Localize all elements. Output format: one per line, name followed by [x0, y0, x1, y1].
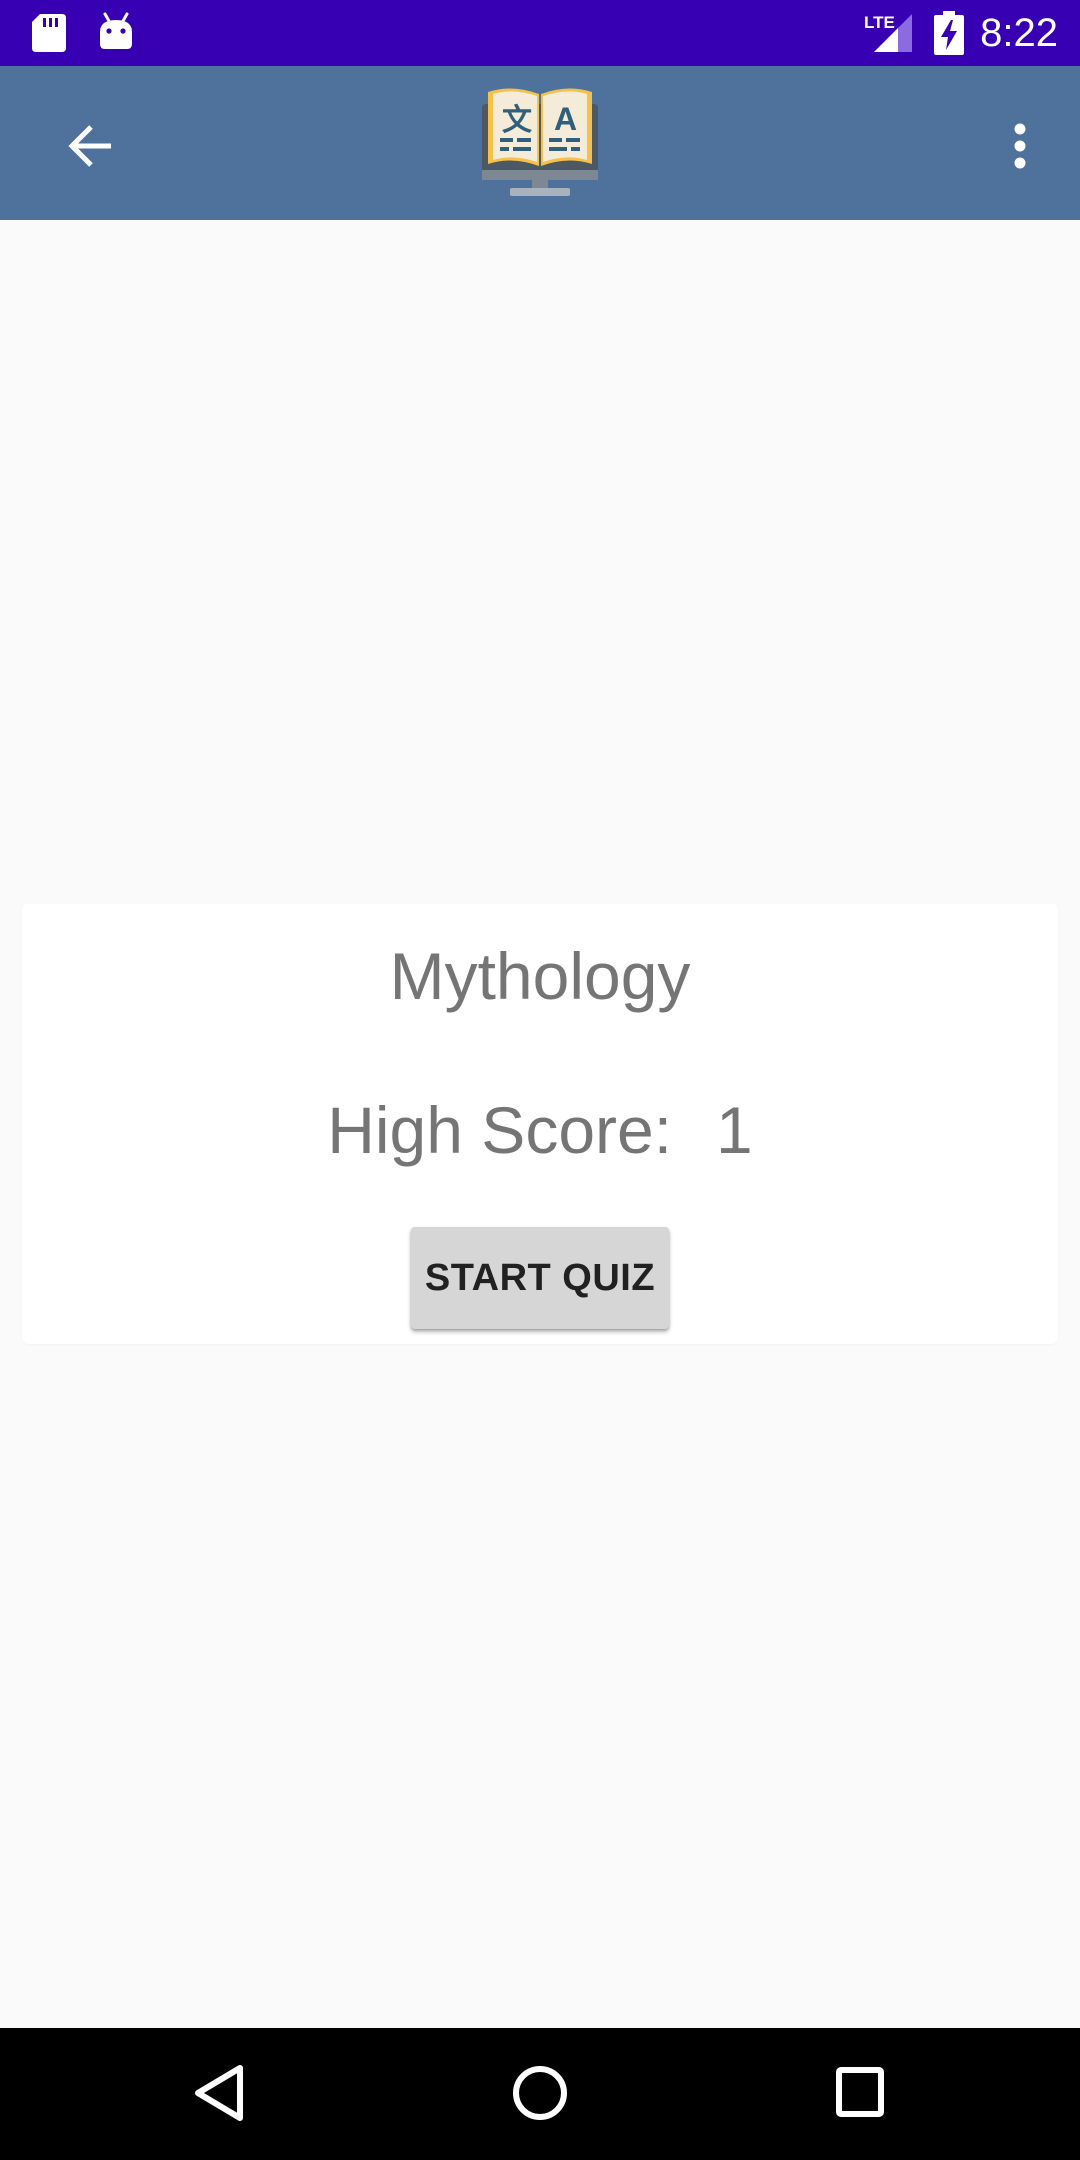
high-score-value: 1 [716, 1093, 753, 1167]
status-time: 8:22 [980, 11, 1058, 55]
screen: LTE 8:22 文 A Mythology High Score: 1 STA… [0, 0, 1080, 2160]
svg-text:LTE: LTE [864, 13, 895, 32]
nav-back-icon[interactable] [190, 2062, 250, 2129]
lte-signal-icon: LTE [862, 12, 914, 59]
sd-card-icon [32, 14, 66, 57]
back-button[interactable] [50, 113, 130, 183]
app-logo: 文 A [480, 82, 600, 207]
start-quiz-button[interactable]: START QUIZ [411, 1227, 669, 1329]
nav-recents-icon[interactable] [834, 2064, 886, 2125]
svg-text:A: A [554, 101, 577, 137]
nav-home-icon[interactable] [510, 2062, 570, 2129]
more-vert-icon [1013, 123, 1027, 174]
overflow-menu-button[interactable] [1000, 113, 1040, 183]
back-arrow-icon [67, 124, 113, 173]
android-icon [98, 12, 134, 55]
high-score-row: High Score: 1 [22, 1088, 1058, 1172]
status-bar: LTE 8:22 [0, 0, 1080, 66]
quiz-card: Mythology High Score: 1 START QUIZ [22, 904, 1058, 1344]
system-nav-bar [0, 2028, 1080, 2160]
quiz-title: Mythology [389, 939, 691, 1013]
app-bar: 文 A [0, 66, 1080, 220]
translation-book-logo: 文 A [480, 88, 600, 206]
high-score-label: High Score: [327, 1093, 673, 1167]
battery-charging-icon [934, 11, 964, 60]
svg-text:文: 文 [502, 103, 532, 138]
